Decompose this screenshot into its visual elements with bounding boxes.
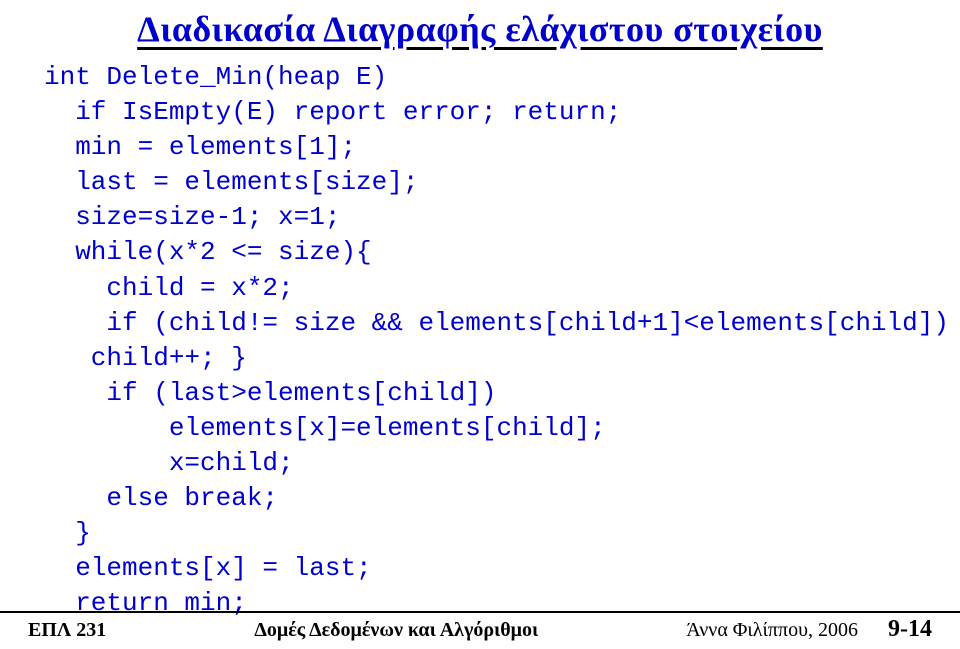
- slide: Διαδικασία Διαγραφής ελάχιστου στοιχείου…: [0, 0, 960, 649]
- footer-right: Άννα Φιλίππου, 2006 9-14: [686, 616, 932, 643]
- code-line: if (last>elements[child]): [44, 378, 496, 408]
- footer-rule: [0, 611, 960, 613]
- code-line: child++; }: [44, 343, 247, 373]
- code-line: while(x*2 <= size){: [44, 237, 372, 267]
- code-line: last = elements[size];: [44, 167, 418, 197]
- code-line: int Delete_Min(heap E): [44, 62, 387, 92]
- slide-title: Διαδικασία Διαγραφής ελάχιστου στοιχείου: [0, 0, 960, 54]
- code-line: x=child;: [44, 448, 294, 478]
- code-line: if IsEmpty(E) report error; return;: [44, 97, 621, 127]
- code-line: size=size-1; x=1;: [44, 202, 340, 232]
- code-line: min = elements[1];: [44, 132, 356, 162]
- footer: ΕΠΛ 231 Δομές Δεδομένων και Αλγόριθμοι Ά…: [0, 616, 960, 643]
- code-line: else break;: [44, 483, 278, 513]
- code-line: elements[x] = last;: [44, 553, 372, 583]
- code-line: }: [44, 518, 91, 548]
- footer-course-code: ΕΠΛ 231: [28, 619, 106, 642]
- footer-page-number: 9-14: [888, 616, 932, 642]
- footer-course-title: Δομές Δεδομένων και Αλγόριθμοι: [254, 619, 538, 642]
- footer-author: Άννα Φιλίππου, 2006: [686, 619, 858, 641]
- code-line: if (child!= size && elements[child+1]<el…: [44, 308, 949, 338]
- code-line: elements[x]=elements[child];: [44, 413, 606, 443]
- code-line: return min;: [44, 588, 247, 618]
- code-block: int Delete_Min(heap E) if IsEmpty(E) rep…: [0, 54, 960, 622]
- code-line: child = x*2;: [44, 273, 294, 303]
